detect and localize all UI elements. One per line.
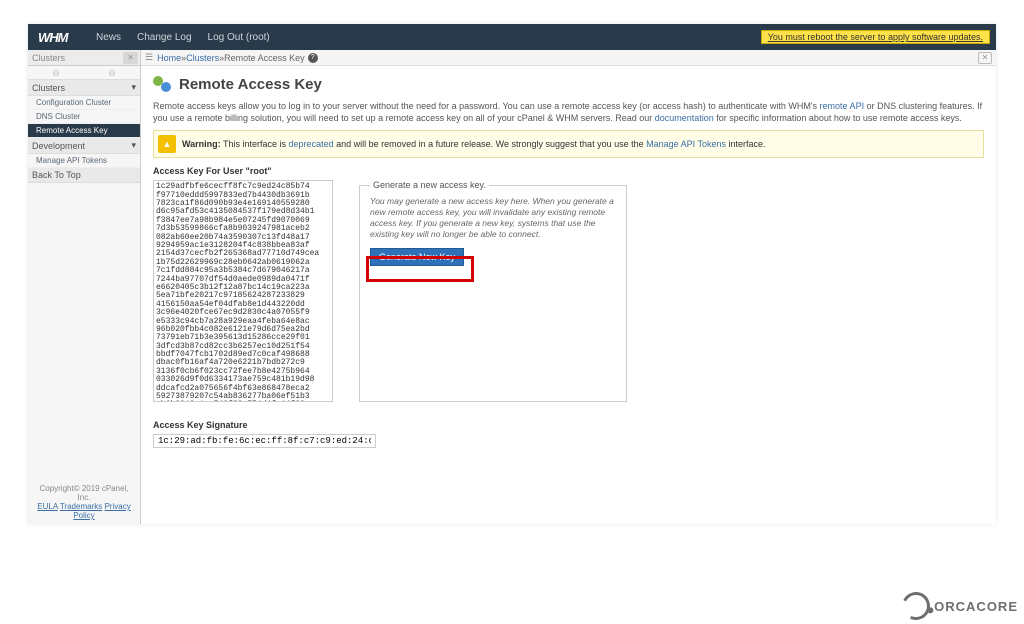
generate-desc: You may generate a new access key here. … (370, 196, 616, 240)
footer-copyright: Copyright© 2019 cPanel, Inc. (32, 484, 136, 502)
page-title: Remote Access Key (179, 76, 322, 93)
link-remote-api[interactable]: remote API (820, 101, 865, 111)
sidebar-item-config-cluster[interactable]: Configuration Cluster (28, 96, 140, 110)
access-key-textarea[interactable] (153, 180, 333, 402)
link-documentation[interactable]: documentation (655, 113, 714, 123)
watermark-icon (898, 588, 934, 624)
help-icon[interactable]: ? (308, 53, 318, 63)
generate-new-key-button[interactable]: Generate New Key (370, 248, 464, 266)
sidebar-item-dns-cluster[interactable]: DNS Cluster (28, 110, 140, 124)
signature-label: Access Key Signature (153, 420, 984, 430)
sidebar-item-remote-access-key[interactable]: Remote Access Key (28, 124, 140, 138)
topbar: WHM News Change Log Log Out (root) You m… (28, 24, 996, 50)
breadcrumb-clusters[interactable]: Clusters (186, 53, 219, 63)
breadcrumb: ☰ Home » Clusters » Remote Access Key ? … (141, 50, 996, 66)
watermark-text: ORCACORE (934, 599, 1018, 614)
watermark: ORCACORE (902, 592, 1018, 620)
nav-logout[interactable]: Log Out (root) (200, 32, 278, 43)
sidebar-group-clusters-label: Clusters (32, 83, 65, 93)
chevron-down-icon: ▾ (131, 82, 136, 93)
sidebar-icon-row: ⊖ ⊖ (28, 66, 140, 80)
warning-icon: ▲ (158, 135, 176, 153)
footer-link-eula[interactable]: EULA (37, 502, 57, 511)
intro-text: Remote access keys allow you to log in t… (153, 100, 984, 124)
link-deprecated[interactable]: deprecated (289, 139, 334, 149)
sidebar: Clusters ✕ ⊖ ⊖ Clusters ▾ Configuration … (28, 50, 141, 524)
reboot-notice[interactable]: You must reboot the server to apply soft… (761, 30, 990, 44)
signature-input[interactable] (153, 434, 376, 448)
page-icon (153, 74, 173, 94)
sidebar-collapse-right-icon[interactable]: ⊖ (84, 66, 140, 79)
chevron-down-icon: ▾ (131, 140, 136, 151)
menu-icon[interactable]: ☰ (145, 52, 153, 63)
footer-link-trademarks[interactable]: Trademarks (60, 502, 102, 511)
breadcrumb-home[interactable]: Home (157, 53, 181, 63)
sidebar-back-to-top-label: Back To Top (32, 170, 81, 180)
nav-changelog[interactable]: Change Log (129, 32, 200, 43)
main-pane: ☰ Home » Clusters » Remote Access Key ? … (141, 50, 996, 524)
generate-fieldset: Generate a new access key. You may gener… (359, 180, 627, 402)
link-manage-api-tokens[interactable]: Manage API Tokens (646, 139, 726, 149)
generate-legend: Generate a new access key. (370, 180, 489, 190)
whm-logo: WHM (28, 30, 88, 45)
warning-label: Warning: (182, 139, 221, 149)
close-icon[interactable]: ✕ (978, 52, 992, 64)
nav-news[interactable]: News (88, 32, 129, 43)
warning-box: ▲ Warning: This interface is deprecated … (153, 130, 984, 158)
sidebar-collapse-left-icon[interactable]: ⊖ (28, 66, 84, 79)
sidebar-search-text: Clusters (32, 53, 65, 63)
sidebar-group-development-label: Development (32, 141, 85, 151)
breadcrumb-current: Remote Access Key (224, 53, 305, 63)
access-key-label: Access Key For User "root" (153, 166, 984, 176)
sidebar-search-clear-icon[interactable]: ✕ (123, 52, 138, 64)
sidebar-footer: Copyright© 2019 cPanel, Inc. EULA Tradem… (28, 480, 140, 524)
sidebar-item-manage-api-tokens[interactable]: Manage API Tokens (28, 154, 140, 168)
sidebar-group-development[interactable]: Development ▾ (28, 138, 140, 154)
sidebar-search[interactable]: Clusters ✕ (28, 50, 140, 66)
sidebar-group-clusters[interactable]: Clusters ▾ (28, 80, 140, 96)
sidebar-back-to-top[interactable]: Back To Top (28, 168, 140, 183)
